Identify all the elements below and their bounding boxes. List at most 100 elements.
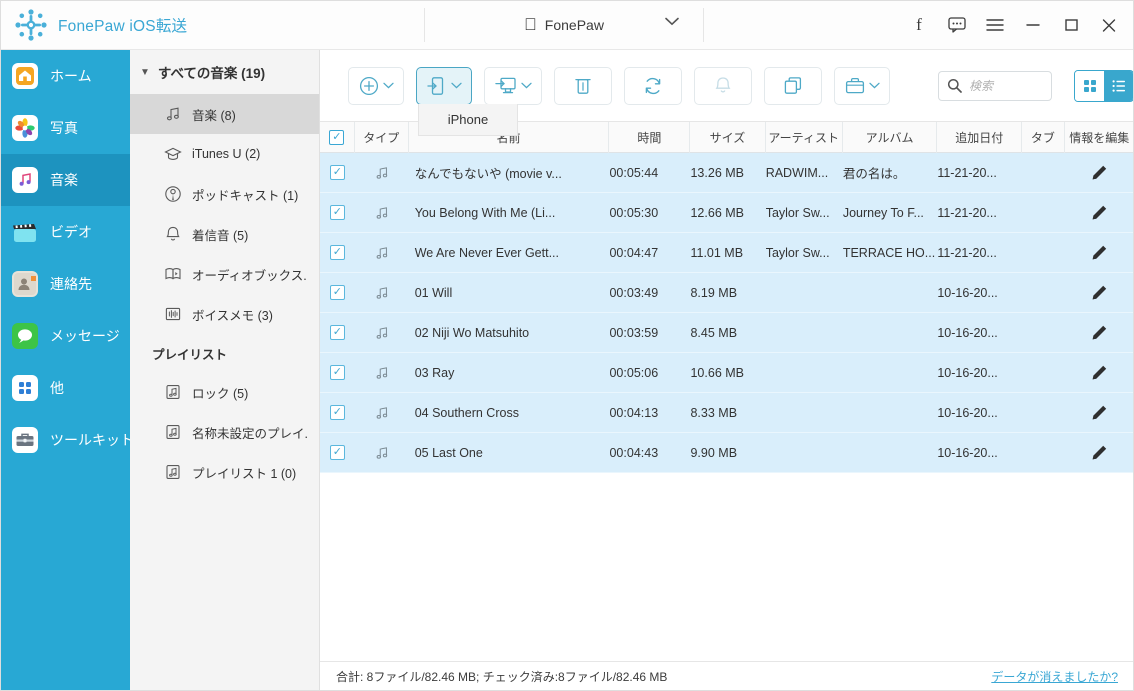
sidebar-label: ホーム	[50, 68, 92, 84]
sidebar-item-photos[interactable]: 写真	[0, 102, 130, 154]
device-selector[interactable]:  FonePaw	[424, 8, 704, 42]
column-header-type[interactable]: タイプ	[355, 121, 409, 153]
sidebar-item-other[interactable]: 他	[0, 362, 130, 414]
row-checkbox[interactable]: ✓	[329, 205, 345, 220]
row-checkbox[interactable]: ✓	[329, 405, 345, 420]
table-row[interactable]: ✓ 03 Ray 00:05:06 10.66 MB 10-16-20...	[320, 353, 1134, 393]
refresh-button[interactable]	[624, 66, 682, 105]
column-header-date[interactable]: 追加日付	[937, 121, 1023, 153]
music-note-icon	[374, 365, 390, 381]
home-icon	[12, 63, 38, 89]
row-type-icon-cell	[355, 313, 409, 353]
ringtone-maker-button[interactable]	[694, 66, 752, 105]
table-row[interactable]: ✓ 05 Last One 00:04:43 9.90 MB 10-16-20...	[320, 433, 1134, 473]
facebook-icon[interactable]: f	[902, 8, 936, 42]
bell-icon	[715, 76, 731, 92]
sidebar-item-video[interactable]: ビデオ	[0, 206, 130, 258]
pencil-icon[interactable]	[1091, 164, 1108, 181]
row-checkbox[interactable]: ✓	[329, 285, 345, 300]
row-name: We Are Never Ever Gett...	[414, 245, 559, 260]
menu-icon[interactable]	[978, 8, 1012, 42]
playlist-item-rock[interactable]: ロック (5)	[130, 372, 319, 412]
pencil-icon[interactable]	[1091, 244, 1108, 261]
column-header-size[interactable]: サイズ	[690, 121, 766, 153]
category-label: 着信音 (5)	[192, 228, 249, 243]
row-edit-cell[interactable]	[1065, 433, 1134, 473]
row-type-icon-cell	[355, 193, 409, 233]
column-header-album[interactable]: アルバム	[843, 121, 938, 153]
column-header-tab[interactable]: タブ	[1022, 121, 1065, 153]
search-input[interactable]	[969, 78, 1043, 93]
column-header-edit[interactable]: 情報を編集	[1065, 122, 1134, 153]
close-icon[interactable]	[1092, 8, 1126, 42]
status-summary: 合計: 8ファイル/82.46 MB; チェック済み:8ファイル/82.46 M…	[336, 670, 668, 684]
trash-icon	[575, 78, 591, 94]
pencil-icon[interactable]	[1091, 284, 1108, 301]
category-item-ringtone[interactable]: 着信音 (5)	[130, 214, 319, 254]
table-row[interactable]: ✓ 04 Southern Cross 00:04:13 8.33 MB 10-16-2…	[320, 393, 1134, 433]
category-item-audiobooks[interactable]: オーディオブックス.	[130, 254, 319, 294]
maximize-icon[interactable]	[1054, 8, 1088, 42]
table-row[interactable]: ✓ We Are Never Ever Gett... 00:04:47 11.01 …	[320, 233, 1134, 273]
music-note-icon	[374, 285, 390, 301]
playlist-item-1[interactable]: プレイリスト 1 (0)	[130, 452, 319, 492]
sidebar-item-music[interactable]: 音楽	[0, 154, 130, 206]
deduplicate-button[interactable]	[764, 66, 822, 105]
category-item-itunes-u[interactable]: iTunes U (2)	[130, 134, 319, 174]
sidebar-item-messages[interactable]: メッセージ	[0, 310, 130, 362]
row-checkbox[interactable]: ✓	[329, 245, 345, 260]
row-edit-cell[interactable]	[1065, 233, 1134, 273]
list-view-button[interactable]	[1104, 70, 1133, 101]
data-missing-link[interactable]: データが消えましたか?	[991, 668, 1118, 685]
row-edit-cell[interactable]	[1065, 273, 1134, 313]
sidebar-item-home[interactable]: ホーム	[0, 50, 130, 102]
column-header-artist[interactable]: アーティスト	[766, 121, 843, 153]
sidebar-label: 写真	[50, 120, 78, 136]
sidebar-item-toolkit[interactable]: ツールキット	[0, 414, 134, 466]
device-dropdown-item-iphone[interactable]: iPhone	[418, 104, 518, 136]
category-item-voicememo[interactable]: ボイスメモ (3)	[130, 294, 319, 334]
row-edit-cell[interactable]	[1065, 153, 1134, 193]
export-to-device-button[interactable]	[416, 66, 472, 105]
category-item-podcast[interactable]: ポッドキャスト (1)	[130, 174, 319, 214]
column-header-time[interactable]: 時間	[609, 121, 691, 153]
pencil-icon[interactable]	[1091, 364, 1108, 381]
pencil-icon[interactable]	[1091, 444, 1108, 461]
music-table: ✓ タイプ 名前 時間 サイズ アーティスト アルバム 追加日付 タブ 情報を編…	[320, 121, 1134, 661]
minimize-icon[interactable]	[1016, 8, 1050, 42]
row-checkbox[interactable]: ✓	[329, 165, 345, 180]
row-checkbox-cell: ✓	[320, 433, 355, 473]
chevron-down-icon	[665, 17, 679, 26]
row-checkbox[interactable]: ✓	[329, 445, 345, 460]
row-album: TERRACE HO...	[842, 245, 936, 260]
search-box[interactable]	[938, 70, 1052, 101]
pencil-icon[interactable]	[1091, 204, 1108, 221]
pencil-icon[interactable]	[1091, 324, 1108, 341]
category-item-music[interactable]: 音楽 (8)	[130, 94, 319, 134]
row-date: 10-16-20...	[937, 445, 998, 460]
table-row[interactable]: ✓ 02 Niji Wo Matsuhito 00:03:59 8.45 MB 10-1…	[320, 313, 1134, 353]
pencil-icon[interactable]	[1091, 404, 1108, 421]
category-label: オーディオブックス.	[192, 268, 307, 283]
export-to-pc-button[interactable]	[484, 66, 542, 105]
select-all-checkbox[interactable]: ✓	[329, 129, 345, 145]
table-row[interactable]: ✓ 01 Will 00:03:49 8.19 MB 10-16-20...	[320, 273, 1134, 313]
row-edit-cell[interactable]	[1065, 313, 1134, 353]
sidebar-item-contacts[interactable]: 連絡先	[0, 258, 130, 310]
add-button[interactable]	[348, 66, 404, 105]
delete-button[interactable]	[554, 66, 612, 105]
row-time: 00:05:06	[609, 365, 659, 380]
toolkit-button[interactable]	[834, 66, 890, 105]
grid-view-button[interactable]	[1075, 70, 1104, 101]
row-edit-cell[interactable]	[1065, 193, 1134, 233]
table-row[interactable]: ✓ You Belong With Me (Li... 00:05:30 12.66 …	[320, 193, 1134, 233]
row-edit-cell[interactable]	[1065, 353, 1134, 393]
all-music-header[interactable]: ▼ すべての音楽 (19)	[130, 50, 319, 94]
music-note-icon	[164, 105, 182, 123]
feedback-bubble-icon[interactable]	[940, 8, 974, 42]
playlist-item-untitled[interactable]: 名称未設定のプレイ.	[130, 412, 319, 452]
table-row[interactable]: ✓ なんでもないや (movie v... 00:05:44 13.26 MB RADW…	[320, 153, 1134, 193]
row-checkbox[interactable]: ✓	[329, 325, 345, 340]
row-checkbox[interactable]: ✓	[329, 365, 345, 380]
row-edit-cell[interactable]	[1065, 393, 1134, 433]
